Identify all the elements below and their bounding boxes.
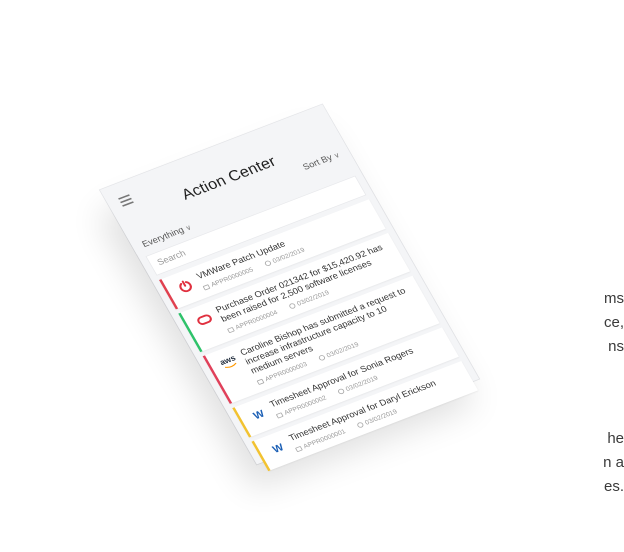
chevron-down-icon: ∨: [332, 150, 342, 160]
bg-line: ns: [608, 338, 624, 355]
bg-line: n a: [603, 454, 624, 471]
hamburger-menu-icon[interactable]: [118, 194, 134, 207]
background-text: ms ce, ns he n a es.: [584, 0, 624, 552]
w-logo-text: W: [269, 440, 286, 455]
clock-icon: [288, 302, 297, 310]
id-icon: [202, 283, 211, 291]
app-screen: Action Center Sort By∨ Everything∨ Searc…: [100, 104, 480, 472]
id-icon: [275, 411, 284, 419]
clock-icon: [356, 421, 365, 429]
clock-icon: [336, 387, 346, 395]
w-icon: W: [247, 404, 271, 424]
oracle-icon: [193, 310, 217, 330]
bg-line: he: [607, 430, 624, 447]
clock-icon: [263, 259, 273, 267]
chevron-down-icon: ∨: [183, 223, 193, 233]
aws-icon: aws: [217, 352, 241, 372]
id-icon: [226, 326, 235, 333]
w-logo-text: W: [250, 407, 267, 422]
clock-icon: [317, 354, 327, 362]
id-icon: [294, 445, 303, 452]
id-icon: [256, 378, 265, 385]
w-icon: W: [266, 438, 290, 458]
bg-line: ms: [604, 290, 624, 307]
bg-line: ce,: [603, 314, 624, 331]
search-placeholder: Search: [155, 248, 188, 268]
phone-mockup: Action Center Sort By∨ Everything∨ Searc…: [100, 104, 480, 472]
power-icon: [174, 276, 198, 296]
bg-line: es.: [603, 478, 624, 495]
